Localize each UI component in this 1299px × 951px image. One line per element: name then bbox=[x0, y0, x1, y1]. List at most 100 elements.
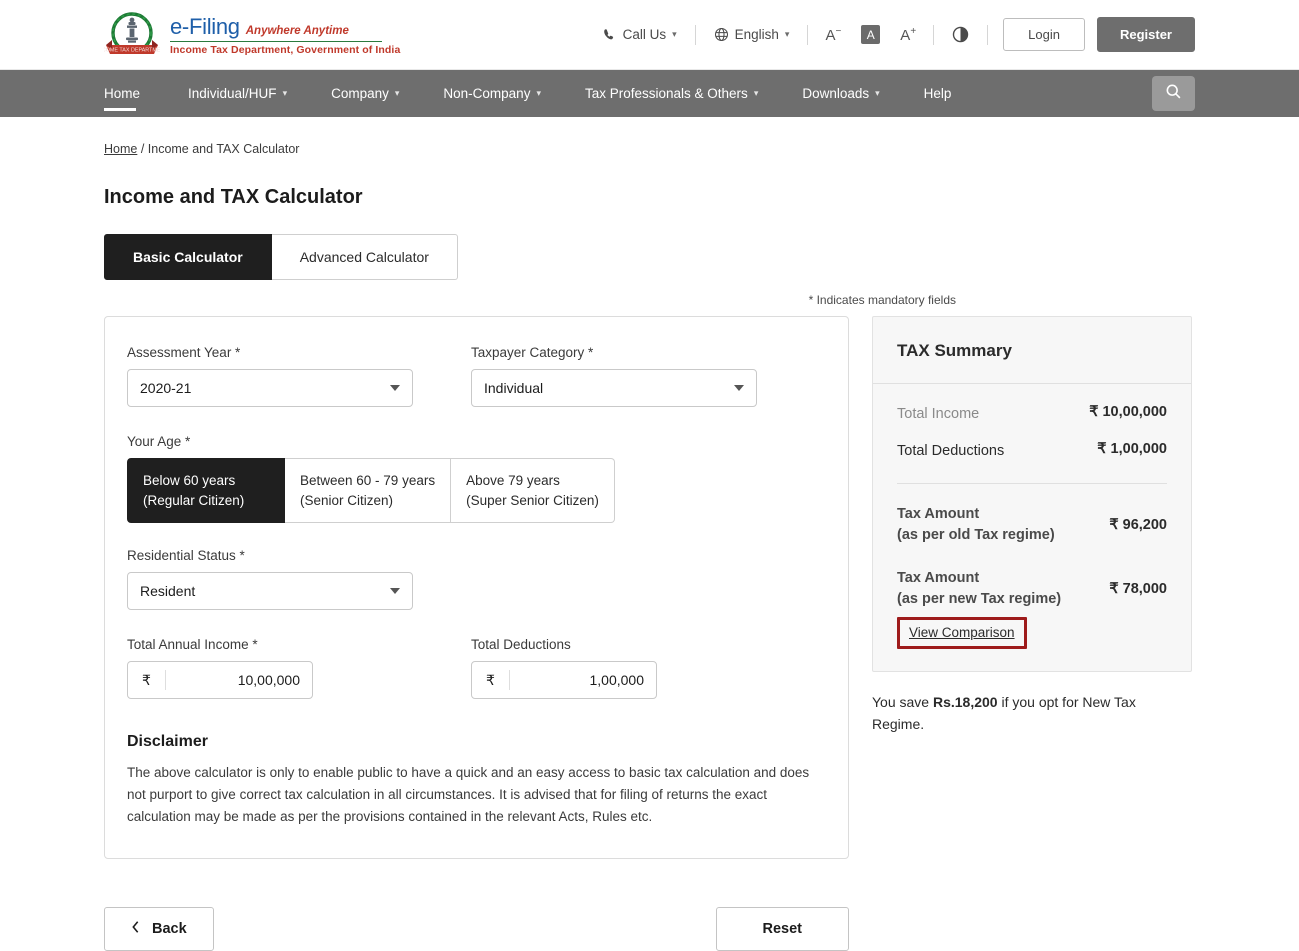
taxpayer-category-select[interactable]: Individual bbox=[471, 369, 757, 407]
view-comparison-highlight: View Comparison bbox=[897, 617, 1027, 649]
total-annual-income-label: Total Annual Income * bbox=[127, 637, 413, 652]
font-decrease-label: A bbox=[825, 27, 835, 44]
font-normal-button[interactable]: A bbox=[851, 25, 890, 44]
taxpayer-category-value: Individual bbox=[484, 380, 543, 396]
site-brand[interactable]: INCOME TAX DEPARTMENT e-Filing Anywhere … bbox=[104, 9, 400, 61]
field-assessment-year: Assessment Year * 2020-21 bbox=[127, 345, 413, 407]
tax-summary-body: Total Income ₹ 10,00,000 Total Deduction… bbox=[873, 384, 1191, 671]
nav-label: Help bbox=[924, 86, 952, 101]
tab-advanced-calculator[interactable]: Advanced Calculator bbox=[272, 234, 458, 280]
breadcrumb: Home / Income and TAX Calculator bbox=[104, 117, 1195, 156]
chevron-down-icon: ▾ bbox=[785, 29, 790, 40]
total-deductions-value: ₹ 1,00,000 bbox=[1097, 441, 1167, 457]
assessment-year-select[interactable]: 2020-21 bbox=[127, 369, 413, 407]
calculator-layout: Assessment Year * 2020-21 Taxpayer Categ… bbox=[104, 316, 1195, 859]
view-comparison-link[interactable]: View Comparison bbox=[909, 625, 1015, 640]
chevron-down-icon: ▾ bbox=[536, 88, 541, 99]
total-income-label: Total Income bbox=[897, 404, 979, 425]
nav-item-non-company[interactable]: Non-Company ▾ bbox=[421, 70, 563, 117]
mandatory-fields-note: * Indicates mandatory fields bbox=[104, 293, 1195, 307]
contrast-icon bbox=[952, 26, 969, 43]
summary-row-new-regime: Tax Amount (as per new Tax regime) ₹ 78,… bbox=[897, 568, 1167, 610]
back-button-label: Back bbox=[152, 921, 187, 937]
register-button[interactable]: Register bbox=[1097, 17, 1195, 52]
summary-row-total-income: Total Income ₹ 10,00,000 bbox=[897, 404, 1167, 425]
nav-label: Downloads bbox=[802, 86, 869, 101]
old-regime-value: ₹ 96,200 bbox=[1109, 517, 1167, 533]
breadcrumb-current: Income and TAX Calculator bbox=[148, 142, 300, 156]
search-button[interactable] bbox=[1152, 76, 1195, 111]
summary-row-total-deductions: Total Deductions ₹ 1,00,000 bbox=[897, 441, 1167, 462]
age-option-line1: Above 79 years bbox=[466, 473, 560, 488]
nav-item-tax-professionals[interactable]: Tax Professionals & Others ▾ bbox=[563, 70, 780, 117]
breadcrumb-home-link[interactable]: Home bbox=[104, 142, 137, 156]
language-menu[interactable]: English ▾ bbox=[703, 27, 801, 42]
brand-name: e-Filing bbox=[170, 16, 240, 38]
language-label: English bbox=[735, 27, 779, 42]
font-increase-label: A bbox=[900, 27, 910, 44]
field-taxpayer-category: Taxpayer Category * Individual bbox=[471, 345, 757, 407]
total-deductions-input[interactable]: ₹ 1,00,000 bbox=[471, 661, 657, 699]
chevron-down-icon: ▾ bbox=[283, 88, 288, 99]
age-option-60-to-79[interactable]: Between 60 - 79 years (Senior Citizen) bbox=[285, 458, 451, 523]
calculator-form-card: Assessment Year * 2020-21 Taxpayer Categ… bbox=[104, 316, 849, 859]
nav-label: Tax Professionals & Others bbox=[585, 86, 748, 101]
login-button[interactable]: Login bbox=[1003, 18, 1085, 51]
old-regime-label: Tax Amount bbox=[897, 506, 979, 522]
your-age-label: Your Age * bbox=[127, 434, 826, 449]
total-deductions-label: Total Deductions bbox=[897, 441, 1004, 462]
summary-column: TAX Summary Total Income ₹ 10,00,000 Tot… bbox=[872, 316, 1192, 735]
field-total-annual-income: Total Annual Income * ₹ 10,00,000 bbox=[127, 637, 413, 699]
summary-row-old-regime: Tax Amount (as per old Tax regime) ₹ 96,… bbox=[897, 504, 1167, 546]
reset-button[interactable]: Reset bbox=[716, 907, 850, 951]
divider bbox=[695, 25, 696, 45]
age-group-selector: Below 60 years (Regular Citizen) Between… bbox=[127, 458, 826, 523]
total-annual-income-input[interactable]: ₹ 10,00,000 bbox=[127, 661, 313, 699]
font-normal-label: A bbox=[861, 25, 880, 44]
svg-text:INCOME TAX DEPARTMENT: INCOME TAX DEPARTMENT bbox=[104, 47, 160, 53]
top-utility-bar: INCOME TAX DEPARTMENT e-Filing Anywhere … bbox=[0, 0, 1299, 70]
old-regime-sublabel: (as per old Tax regime) bbox=[897, 525, 1055, 546]
contrast-toggle-button[interactable] bbox=[941, 26, 980, 43]
nav-item-individual-huf[interactable]: Individual/HUF ▾ bbox=[166, 70, 309, 117]
age-option-line1: Between 60 - 79 years bbox=[300, 473, 435, 488]
page-title: Income and TAX Calculator bbox=[104, 186, 1195, 209]
assessment-year-label: Assessment Year * bbox=[127, 345, 413, 360]
brand-divider bbox=[170, 41, 382, 43]
field-total-deductions: Total Deductions ₹ 1,00,000 bbox=[471, 637, 757, 699]
nav-label: Home bbox=[104, 86, 140, 101]
form-actions: Back Reset bbox=[104, 907, 849, 951]
chevron-down-icon: ▾ bbox=[754, 88, 759, 99]
calculator-tabs: Basic Calculator Advanced Calculator bbox=[104, 234, 1195, 280]
rupee-icon: ₹ bbox=[472, 670, 510, 690]
back-button[interactable]: Back bbox=[104, 907, 214, 951]
savings-amount: Rs.18,200 bbox=[933, 694, 998, 710]
chevron-down-icon: ▾ bbox=[395, 88, 400, 99]
residential-status-select[interactable]: Resident bbox=[127, 572, 413, 610]
search-icon bbox=[1165, 83, 1182, 105]
age-option-line2: (Super Senior Citizen) bbox=[466, 491, 599, 511]
divider bbox=[987, 25, 988, 45]
age-option-below-60[interactable]: Below 60 years (Regular Citizen) bbox=[127, 458, 285, 523]
nav-item-help[interactable]: Help bbox=[902, 70, 974, 117]
font-decrease-button[interactable]: A− bbox=[815, 26, 851, 44]
page-content: Home / Income and TAX Calculator Income … bbox=[0, 117, 1299, 951]
tax-summary-title: TAX Summary bbox=[873, 317, 1191, 384]
total-income-value: ₹ 10,00,000 bbox=[1089, 404, 1167, 420]
nav-item-home[interactable]: Home bbox=[104, 70, 166, 117]
breadcrumb-separator: / bbox=[137, 142, 147, 156]
font-increase-button[interactable]: A+ bbox=[890, 26, 926, 44]
tab-basic-calculator[interactable]: Basic Calculator bbox=[104, 234, 272, 280]
divider bbox=[933, 25, 934, 45]
disclaimer-text: The above calculator is only to enable p… bbox=[127, 762, 817, 828]
nav-item-downloads[interactable]: Downloads ▾ bbox=[780, 70, 901, 117]
new-regime-value: ₹ 78,000 bbox=[1109, 581, 1167, 597]
nav-item-company[interactable]: Company ▾ bbox=[309, 70, 421, 117]
age-option-line2: (Senior Citizen) bbox=[300, 491, 435, 511]
new-regime-sublabel: (as per new Tax regime) bbox=[897, 589, 1061, 610]
age-option-above-79[interactable]: Above 79 years (Super Senior Citizen) bbox=[451, 458, 615, 523]
total-deductions-value: 1,00,000 bbox=[510, 672, 656, 688]
call-us-menu[interactable]: Call Us ▾ bbox=[592, 27, 688, 42]
phone-icon bbox=[603, 28, 617, 42]
field-your-age: Your Age * Below 60 years (Regular Citiz… bbox=[127, 434, 826, 523]
